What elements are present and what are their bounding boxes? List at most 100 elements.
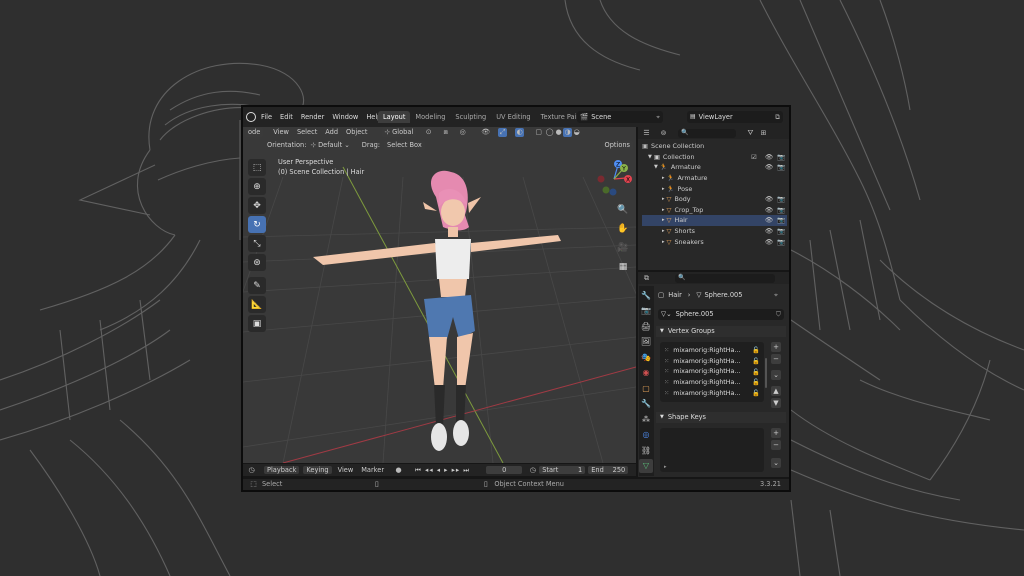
overlay-icon[interactable]: ◐	[515, 128, 525, 137]
shading-wire-icon[interactable]: ◯	[545, 128, 554, 137]
measure-tool-icon[interactable]: 📐	[248, 296, 266, 313]
render-tab-icon[interactable]: 📷	[639, 304, 653, 318]
expand-icon[interactable]: ▼	[648, 154, 652, 160]
playback-controls[interactable]: ⏮ ◂◂ ◂ ▸ ▸▸ ⏭	[415, 467, 470, 474]
menu-window[interactable]: Window	[328, 114, 362, 121]
camera-icon[interactable]: 📷	[777, 238, 785, 246]
eye-icon[interactable]: 👁	[765, 227, 773, 235]
scale-tool-icon[interactable]: ⤡	[248, 235, 266, 252]
constraints-tab-icon[interactable]: ⛓	[639, 443, 653, 457]
outliner-item[interactable]: ▸ ▽ Body 👁 📷	[642, 194, 787, 205]
ortho-grid-icon[interactable]: ▦	[616, 260, 630, 274]
camera-icon[interactable]: 📷	[777, 163, 785, 171]
clock-icon[interactable]: ◷	[528, 466, 537, 475]
tab-modeling[interactable]: Modeling	[410, 114, 450, 121]
zoom-icon[interactable]: 🔍	[616, 203, 630, 217]
add-cube-tool-icon[interactable]: ▣	[248, 315, 266, 332]
outliner-collection[interactable]: ▼ ▣ Collection ☑ 👁 📷	[642, 152, 787, 163]
xray-icon[interactable]: ▢	[534, 128, 543, 137]
blender-logo-icon[interactable]	[246, 112, 256, 122]
outliner-item[interactable]: ▼ 🏃 Armature 👁 📷	[642, 162, 787, 173]
snap-icon[interactable]: ⧈	[441, 128, 450, 137]
pivot-icon[interactable]: ⊙	[424, 128, 433, 137]
outliner-item[interactable]: ▸ ▽ Crop_Top 👁 📷	[642, 205, 787, 216]
move-down-icon[interactable]: ▼	[771, 398, 781, 408]
orientation-dropdown[interactable]: ⊹ Default ⌄	[310, 142, 349, 149]
annotate-tool-icon[interactable]: ✎	[248, 277, 266, 294]
shape-keys-list[interactable]	[660, 428, 764, 472]
navigation-gizmo[interactable]: Z Y X	[593, 157, 635, 199]
display-mode-icon[interactable]: ⊚	[659, 129, 668, 138]
view-layer-selector[interactable]: ▤ ViewLayer ⧉	[687, 111, 783, 123]
menu-view[interactable]: View	[273, 129, 289, 136]
list-item[interactable]: ⁙ mixamorig:RightHa... 🔓	[664, 345, 760, 356]
vertex-group-list-scrollbar[interactable]	[765, 358, 767, 388]
record-icon[interactable]: ●	[394, 466, 403, 475]
shape-keys-panel-header[interactable]: ▼ Shape Keys	[656, 412, 786, 423]
eye-icon[interactable]: 👁	[765, 216, 773, 224]
vertex-groups-list[interactable]: ⁙ mixamorig:RightHa... 🔓 ⁙ mixamorig:RightH…	[660, 342, 764, 402]
drag-dropdown[interactable]: Select Box	[384, 141, 425, 150]
lock-icon[interactable]: 🔓	[752, 346, 760, 354]
visibility-icon[interactable]: 👁	[481, 128, 490, 137]
properties-search[interactable]: 🔍	[675, 273, 775, 283]
tool-tab-icon[interactable]: 🔧	[639, 288, 653, 302]
object-tab-icon[interactable]: ▢	[639, 381, 653, 395]
outliner-item[interactable]: ▸ ▽ Sneakers 👁 📷	[642, 236, 787, 247]
menu-object[interactable]: Object	[346, 129, 367, 136]
mode-selector[interactable]: ode	[245, 128, 264, 137]
lock-icon[interactable]: 🔓	[752, 368, 760, 376]
playback-menu[interactable]: Playback	[264, 465, 300, 475]
camera-icon[interactable]: 📷	[777, 195, 785, 203]
eye-icon[interactable]: 👁	[765, 153, 773, 161]
outliner-editor-icon[interactable]: ☰	[642, 129, 651, 138]
fake-user-icon[interactable]: ⛉	[776, 311, 781, 318]
camera-view-icon[interactable]: 🎥	[616, 241, 630, 255]
shading-rendered-icon[interactable]: ◒	[572, 128, 581, 137]
add-shape-key-icon[interactable]: +	[771, 428, 781, 438]
gizmo-icon[interactable]: ⤢	[498, 128, 508, 137]
scene-selector[interactable]: 🎬 Scene ⌖	[577, 111, 663, 123]
viewport-3d[interactable]: ode View Select Add Object ⊹ Global ⊙ ⧈ …	[243, 127, 636, 463]
tab-layout[interactable]: Layout	[378, 110, 411, 124]
view-layer-tab-icon[interactable]: 🖼	[639, 335, 653, 349]
physics-tab-icon[interactable]: ◎	[639, 428, 653, 442]
start-frame-field[interactable]: Start 1	[539, 465, 586, 475]
modifier-tab-icon[interactable]: 🔧	[639, 397, 653, 411]
shape-key-specials-icon[interactable]: ⌄	[771, 458, 781, 468]
outliner-scene-collection[interactable]: ▣ Scene Collection	[642, 141, 787, 152]
list-item[interactable]: ⁙ mixamorig:RightHa... 🔓	[664, 356, 760, 367]
marker-menu[interactable]: Marker	[361, 467, 384, 474]
move-tool-icon[interactable]: ✥	[248, 197, 266, 214]
transform-tool-icon[interactable]: ⊛	[248, 254, 266, 271]
data-tab-icon[interactable]: ▽	[639, 458, 653, 473]
mesh-datablock-field[interactable]: ▽⌄ Sphere.005 ⛉	[658, 309, 784, 320]
lock-icon[interactable]: 🔓	[752, 389, 760, 397]
eye-icon[interactable]: 👁	[765, 238, 773, 246]
camera-icon[interactable]: 📷	[777, 153, 785, 161]
pan-hand-icon[interactable]: ✋	[616, 222, 630, 236]
menu-add[interactable]: Add	[325, 129, 338, 136]
end-frame-field[interactable]: End 250	[588, 465, 629, 475]
vertex-groups-panel-header[interactable]: ▼ Vertex Groups	[656, 326, 786, 337]
outliner-item[interactable]: ▸ ▽ Hair 👁 📷	[642, 215, 787, 226]
new-collection-icon[interactable]: ⊞	[759, 129, 768, 138]
eye-icon[interactable]: 👁	[765, 195, 773, 203]
proportional-icon[interactable]: ◎	[458, 128, 467, 137]
current-frame-field[interactable]: 0	[486, 465, 523, 475]
world-tab-icon[interactable]: ◉	[639, 366, 653, 380]
outliner-item[interactable]: ▸ 🏃 Armature	[642, 173, 787, 184]
outliner-item[interactable]: ▸ 🏃 Pose	[642, 183, 787, 194]
keying-menu[interactable]: Keying	[303, 465, 332, 475]
tab-sculpting[interactable]: Sculpting	[450, 114, 491, 121]
vertex-group-specials-icon[interactable]: ⌄	[771, 370, 781, 380]
filter-icon[interactable]: ⛛	[746, 129, 755, 138]
lock-icon[interactable]: 🔓	[752, 357, 760, 365]
timeline-view-menu[interactable]: View	[338, 467, 354, 474]
output-tab-icon[interactable]: 🖨	[639, 319, 653, 333]
menu-edit[interactable]: Edit	[276, 114, 297, 121]
select-tool-icon[interactable]: ⬚	[248, 159, 266, 176]
rotate-tool-icon[interactable]: ↻	[248, 216, 266, 233]
list-item[interactable]: ⁙ mixamorig:RightHa... 🔓	[664, 366, 760, 377]
editor-type-icon[interactable]: ◷	[247, 466, 256, 475]
